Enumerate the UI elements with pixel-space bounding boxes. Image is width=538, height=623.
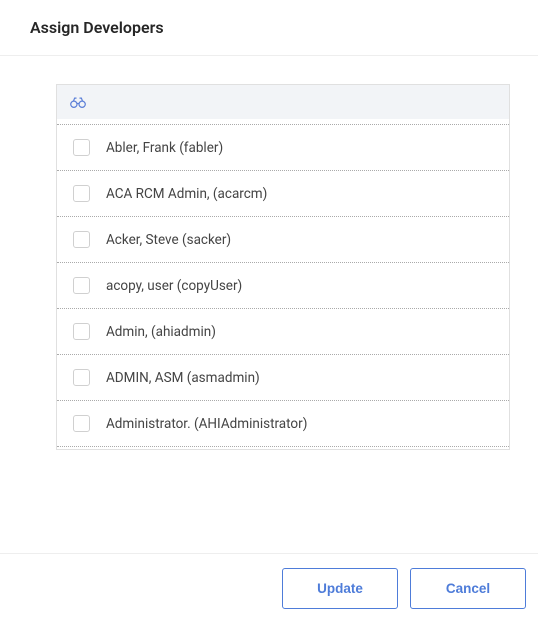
dialog-footer: Update Cancel bbox=[0, 553, 538, 623]
list-item[interactable]: Acker, Steve (sacker) bbox=[57, 217, 509, 263]
list-item-label: acopy, user (copyUser) bbox=[106, 278, 242, 294]
list-item[interactable]: ACA RCM Admin, (acarcm) bbox=[57, 171, 509, 217]
list-item[interactable]: Administrator. (AHIAdministrator) bbox=[57, 401, 509, 447]
dialog-header: Assign Developers bbox=[0, 0, 538, 56]
list-item[interactable]: ADMIN, ASM (asmadmin) bbox=[57, 355, 509, 401]
list-item[interactable]: acopy, user (copyUser) bbox=[57, 263, 509, 309]
dialog-body: Abler, Frank (fabler) ACA RCM Admin, (ac… bbox=[0, 56, 538, 450]
checkbox[interactable] bbox=[73, 231, 90, 248]
update-button[interactable]: Update bbox=[282, 568, 398, 609]
checkbox[interactable] bbox=[73, 277, 90, 294]
list-item-label: Abler, Frank (fabler) bbox=[106, 140, 223, 156]
list-item-label: ACA RCM Admin, (acarcm) bbox=[106, 186, 267, 202]
checkbox[interactable] bbox=[73, 185, 90, 202]
checkbox[interactable] bbox=[73, 323, 90, 340]
cancel-button[interactable]: Cancel bbox=[410, 568, 526, 609]
list-item-label: Admin, (ahiadmin) bbox=[106, 324, 216, 340]
developer-list[interactable]: Abler, Frank (fabler) ACA RCM Admin, (ac… bbox=[57, 119, 509, 449]
list-item[interactable]: Abler, Frank (fabler) bbox=[57, 124, 509, 171]
list-item[interactable]: Admin, (ahiadmin) bbox=[57, 309, 509, 355]
list-item-label: Acker, Steve (sacker) bbox=[106, 232, 231, 248]
checkbox[interactable] bbox=[73, 369, 90, 386]
list-item-label: ADMIN, ASM (asmadmin) bbox=[106, 370, 260, 386]
binoculars-icon bbox=[69, 95, 87, 109]
page-title: Assign Developers bbox=[30, 18, 508, 37]
checkbox[interactable] bbox=[73, 139, 90, 156]
search-bar[interactable] bbox=[57, 85, 509, 119]
list-item-label: Administrator. (AHIAdministrator) bbox=[106, 416, 307, 432]
developer-list-panel: Abler, Frank (fabler) ACA RCM Admin, (ac… bbox=[56, 84, 510, 450]
checkbox[interactable] bbox=[73, 415, 90, 432]
